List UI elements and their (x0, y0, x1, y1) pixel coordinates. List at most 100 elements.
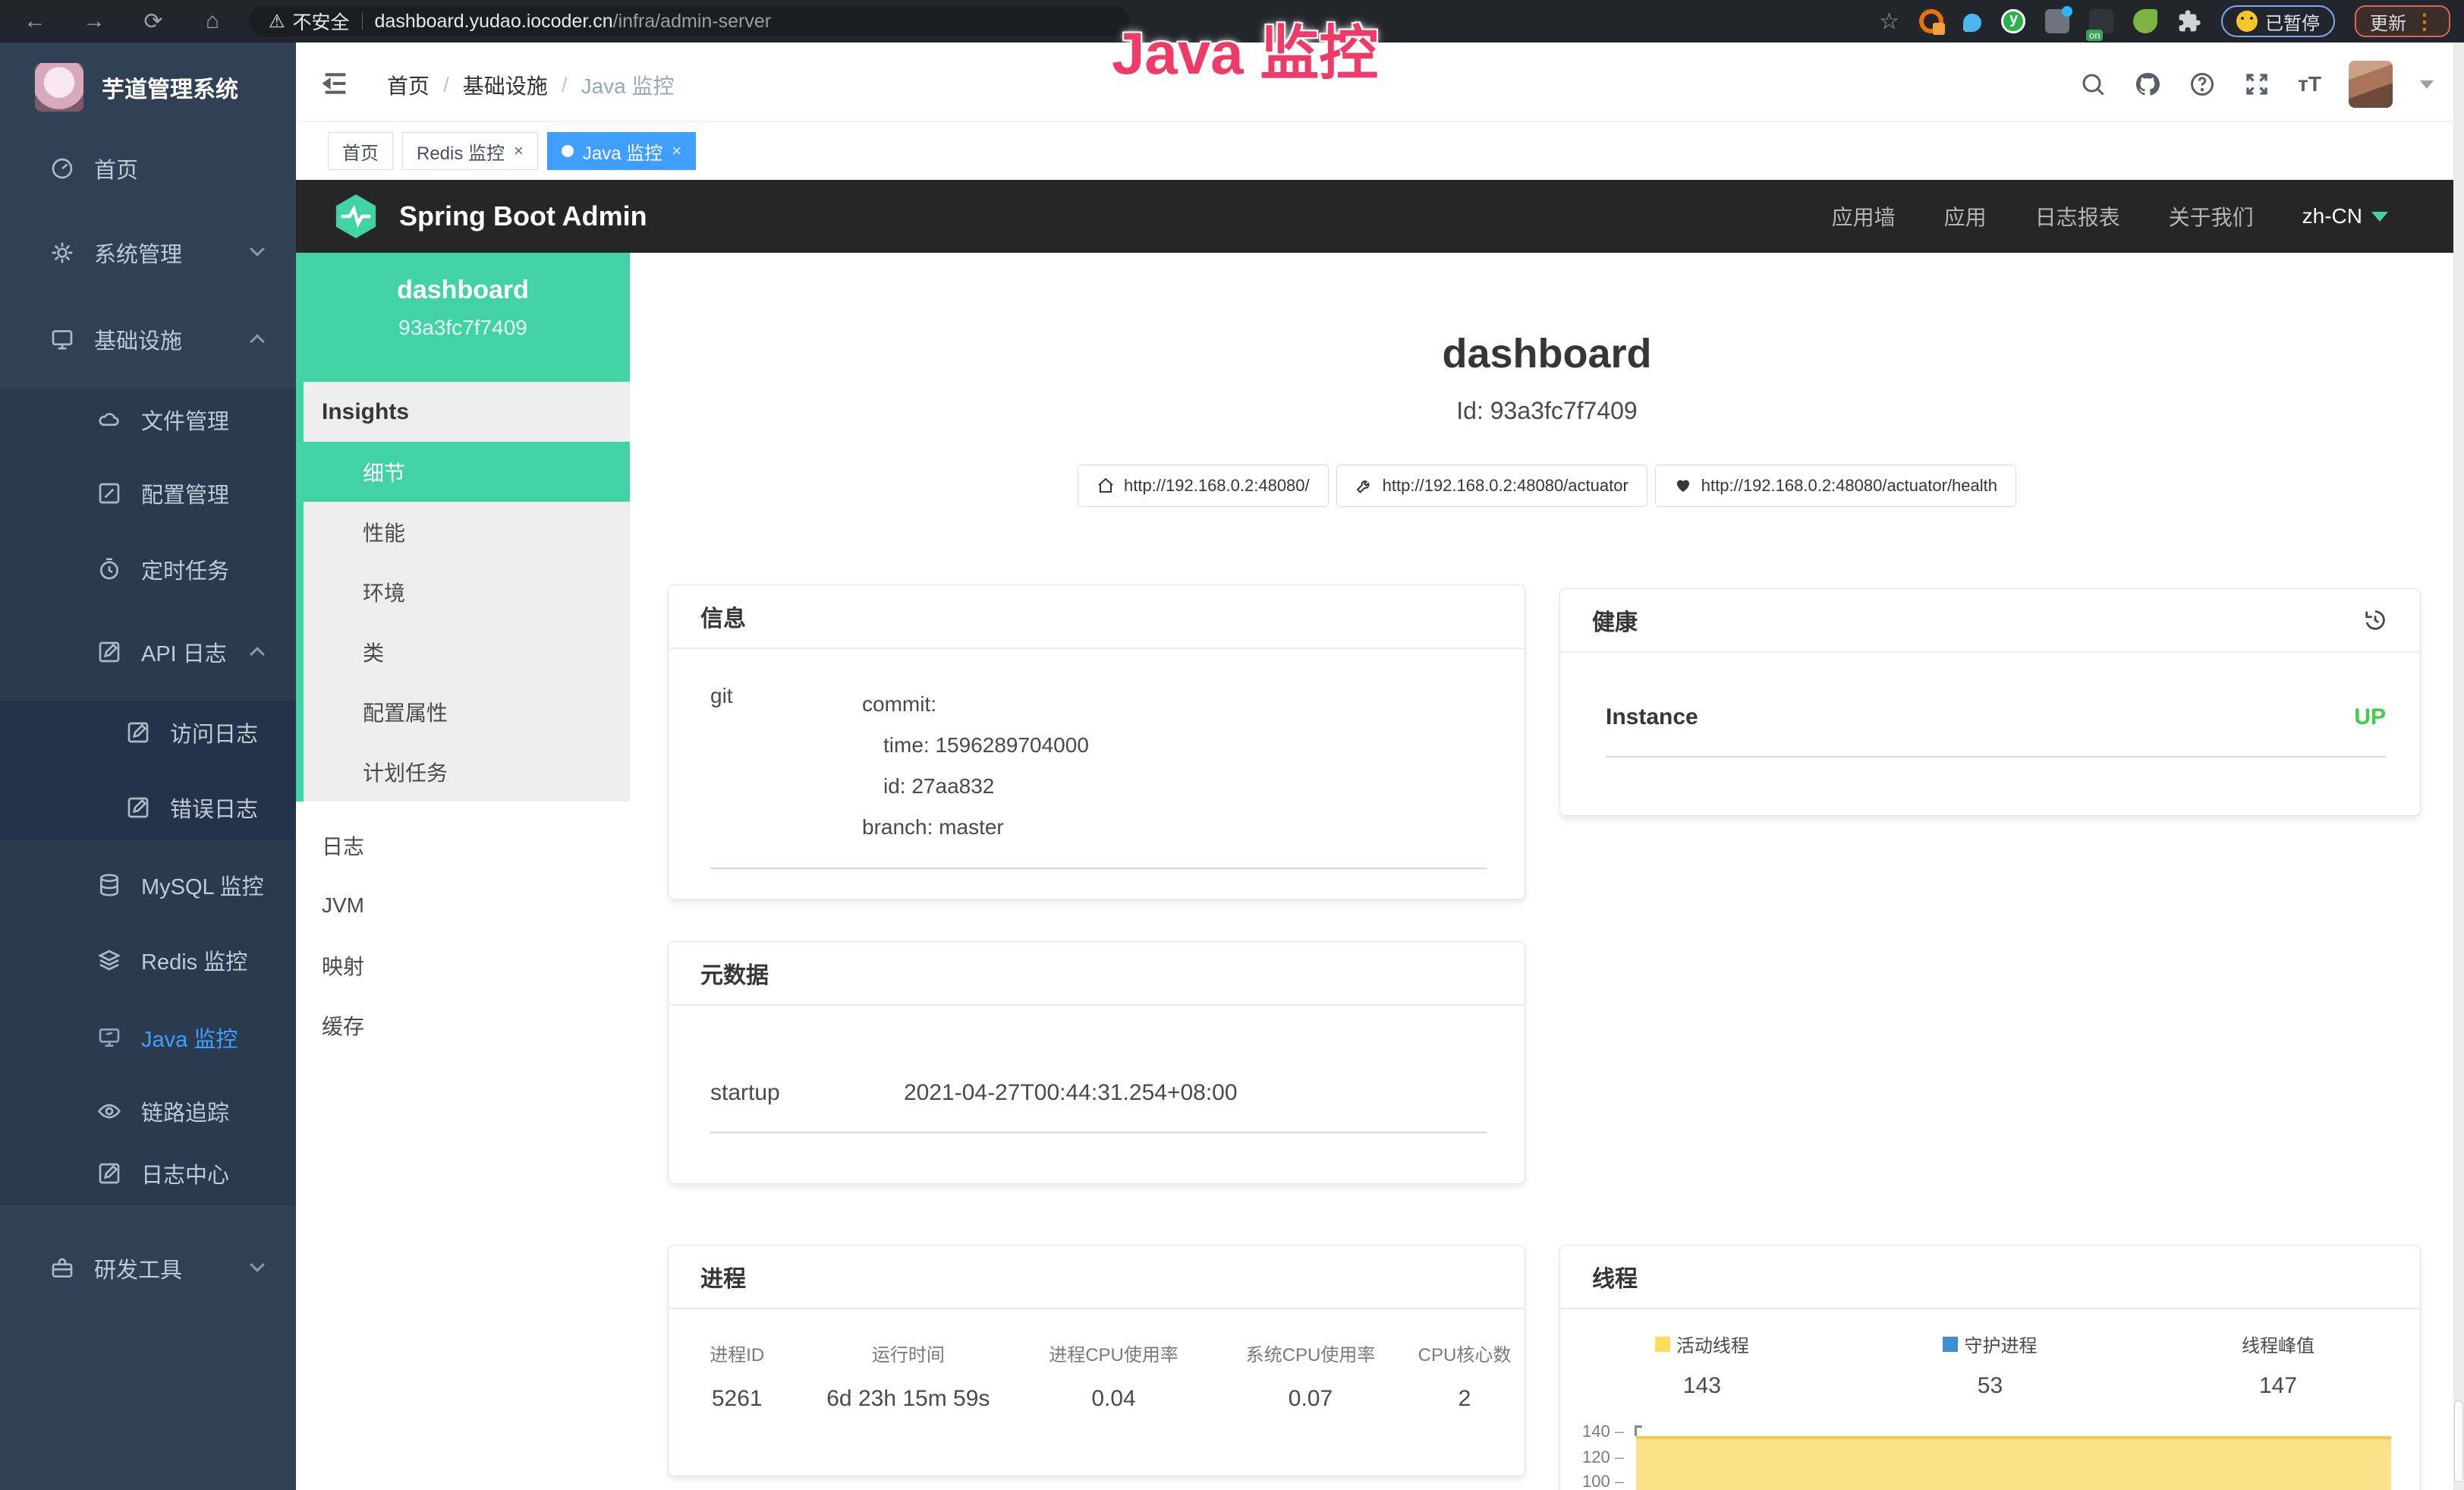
peak-threads-value: 147 (2136, 1373, 2420, 1399)
sidebar-item-log-center[interactable]: 日志中心 (0, 1142, 296, 1205)
avatar[interactable] (2349, 61, 2393, 108)
extension-pin-icon[interactable] (1963, 14, 1981, 32)
card-metadata: 元数据 startup 2021-04-27T00:44:31.254+08:0… (668, 941, 1525, 1184)
sba-item-jvm[interactable]: JVM (296, 875, 630, 935)
scrollbar-track[interactable] (2453, 43, 2464, 1490)
sba-item-details[interactable]: 细节 (296, 442, 630, 502)
metadata-value: 2021-04-27T00:44:31.254+08:00 (904, 1080, 1238, 1106)
sba-nav-journal[interactable]: 日志报表 (2035, 201, 2120, 232)
sba-item-environment[interactable]: 环境 (304, 562, 630, 622)
insights-section: Insights 细节 性能 环境 类 配置属性 计划任务 (296, 382, 630, 802)
sba-item-classes[interactable]: 类 (304, 622, 630, 682)
card-threads: 线程 活动线程 守护进程 线程峰值 143 53 147 140 (1559, 1245, 2421, 1490)
heart-icon (1674, 477, 1692, 495)
sba-item-mappings[interactable]: 映射 (296, 935, 630, 995)
extension-grid-icon[interactable] (2045, 9, 2069, 33)
card-health: 健康 Instance UP (1559, 588, 2421, 816)
sidebar-item-file-mgmt[interactable]: 文件管理 (0, 388, 296, 452)
extension-green-y-icon[interactable] (2001, 9, 2025, 33)
sba-item-logs[interactable]: 日志 (296, 815, 630, 875)
sidebar-item-redis-monitor[interactable]: Redis 监控 (0, 928, 296, 992)
endpoint-actuator-button[interactable]: http://192.168.0.2:48080/actuator (1336, 465, 1647, 507)
breadcrumb-home[interactable]: 首页 (387, 70, 430, 100)
avatar-caret-icon[interactable] (2420, 80, 2434, 89)
url-bar[interactable]: 不安全 dashboard.yudao.iocoder.cn /infra/ad… (249, 6, 1129, 36)
live-threads-value: 143 (1560, 1373, 1844, 1399)
sba-item-scheduled-tasks[interactable]: 计划任务 (304, 742, 630, 802)
search-icon[interactable] (2079, 71, 2107, 98)
fullscreen-icon[interactable] (2243, 71, 2270, 98)
update-label: 更新 (2370, 8, 2406, 35)
card-health-title: 健康 (1560, 589, 2420, 653)
sba-nav-about[interactable]: 关于我们 (2169, 201, 2254, 232)
extension-on-badge-icon[interactable] (2089, 9, 2113, 33)
endpoint-health-button[interactable]: http://192.168.0.2:48080/actuator/health (1655, 465, 2016, 507)
sidebar-item-infrastructure[interactable]: 基础设施 (0, 307, 296, 371)
process-pid: 5261 (669, 1386, 805, 1412)
sidebar-item-home[interactable]: 首页 (0, 137, 296, 200)
hamburger-icon[interactable] (320, 68, 351, 96)
sba-nav-applications[interactable]: 应用 (1944, 201, 1987, 232)
sidebar-item-api-logs[interactable]: API 日志 (0, 620, 296, 684)
extensions-puzzle-icon[interactable] (2177, 9, 2201, 33)
sba-brand-title[interactable]: Spring Boot Admin (399, 200, 647, 232)
y-tick-120: 120 (1577, 1447, 1624, 1467)
sidebar-item-error-logs[interactable]: 错误日志 (0, 776, 296, 840)
tab-java-monitor[interactable]: Java 监控 (547, 132, 696, 170)
sidebar-item-config-mgmt[interactable]: 配置管理 (0, 461, 296, 525)
app-title: 芋道管理系统 (102, 71, 238, 104)
font-size-icon[interactable]: ᴛT (2298, 72, 2321, 96)
history-icon[interactable] (2362, 607, 2388, 633)
sidebar-item-tracing[interactable]: 链路追踪 (0, 1079, 296, 1143)
card-info-title: 信息 (669, 585, 1525, 649)
back-icon[interactable]: ← (20, 8, 50, 34)
sidebar-item-system-mgmt[interactable]: 系统管理 (0, 221, 296, 285)
health-instance-label: Instance (1606, 704, 1698, 730)
locale-selector[interactable]: zh-CN (2302, 204, 2388, 228)
update-button[interactable]: 更新 (2355, 5, 2450, 37)
close-icon[interactable] (672, 141, 681, 161)
close-icon[interactable] (514, 141, 524, 161)
extension-orange-icon[interactable] (1919, 9, 1943, 33)
browser-menu-icon[interactable] (2414, 9, 2435, 34)
legend-blue-swatch (1943, 1337, 1958, 1352)
app-logo-row[interactable]: 芋道管理系统 (0, 55, 296, 119)
scrollbar-thumb[interactable] (2454, 1400, 2463, 1482)
sidebar-item-scheduled-jobs[interactable]: 定时任务 (0, 537, 296, 601)
endpoint-home-button[interactable]: http://192.168.0.2:48080/ (1078, 465, 1329, 507)
home-icon[interactable]: ⌂ (197, 8, 228, 34)
process-uptime: 6d 23h 15m 59s (805, 1386, 1011, 1412)
sidebar-item-dev-tools[interactable]: 研发工具 (0, 1236, 296, 1300)
breadcrumb: 首页 / 基础设施 / Java 监控 (387, 70, 675, 100)
tab-redis-monitor[interactable]: Redis 监控 (402, 132, 538, 170)
profile-paused-chip[interactable]: 已暂停 (2221, 5, 2335, 37)
help-icon[interactable] (2189, 71, 2216, 98)
sba-nav-wallboard[interactable]: 应用墙 (1832, 201, 1896, 232)
legend-daemon-threads: 守护进程 (1844, 1331, 2136, 1357)
breadcrumb-separator: / (443, 73, 449, 97)
forward-icon[interactable]: → (79, 8, 109, 34)
sba-item-metrics[interactable]: 性能 (304, 502, 630, 562)
threads-legend: 活动线程 守护进程 线程峰值 (1560, 1331, 2420, 1357)
instance-header[interactable]: dashboard 93a3fc7f7409 (296, 253, 630, 382)
reload-icon[interactable]: ⟳ (138, 8, 168, 35)
log-center-icon (97, 1161, 121, 1186)
breadcrumb-infrastructure[interactable]: 基础设施 (463, 70, 548, 100)
extension-leaf-icon[interactable] (2133, 9, 2157, 33)
sidebar-item-mysql-monitor[interactable]: MySQL 监控 (0, 853, 296, 917)
url-path: /infra/admin-server (613, 11, 771, 33)
tab-home[interactable]: 首页 (328, 132, 393, 170)
bookmark-star-icon[interactable] (1879, 8, 1899, 35)
sba-item-config-props[interactable]: 配置属性 (304, 682, 630, 742)
breadcrumb-current: Java 监控 (581, 70, 675, 100)
sba-nav: 应用墙 应用 日志报表 关于我们 zh-CN (1832, 201, 2388, 232)
info-key: git (710, 684, 862, 848)
edit-icon (97, 481, 121, 506)
sidebar-item-access-logs[interactable]: 访问日志 (0, 701, 296, 764)
tags-view-bar: 首页 Redis 监控 Java 监控 (296, 121, 2464, 180)
sba-sidebar: dashboard 93a3fc7f7409 Insights 细节 性能 环境… (296, 253, 630, 1490)
annotation-java-monitor: Java 监控 (1112, 6, 1378, 91)
sba-item-caches[interactable]: 缓存 (296, 995, 630, 1055)
sidebar-item-java-monitor[interactable]: Java 监控 (0, 1006, 296, 1069)
github-icon[interactable] (2134, 71, 2161, 98)
